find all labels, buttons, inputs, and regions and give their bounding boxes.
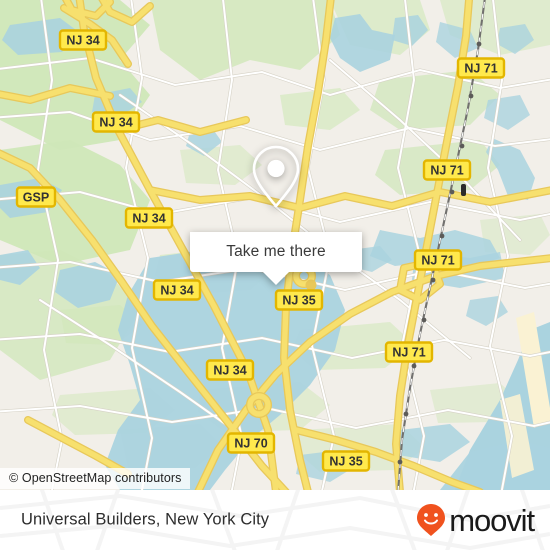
route-shield-label: GSP	[23, 191, 49, 205]
route-shield: NJ 70	[226, 432, 276, 454]
take-me-there-label: Take me there	[226, 243, 326, 260]
route-shield: NJ 34	[124, 207, 174, 229]
poi-card-header	[190, 122, 362, 232]
map-pin-icon	[252, 145, 300, 208]
route-shield-label: NJ 34	[160, 284, 193, 298]
moovit-wordmark: moovit	[449, 502, 535, 538]
place-title: Universal Builders, New York City	[21, 510, 270, 529]
route-shield: NJ 34	[91, 111, 141, 133]
route-shield-label: NJ 71	[421, 254, 454, 268]
route-shield-label: NJ 35	[282, 294, 315, 308]
route-shield: GSP	[15, 186, 57, 208]
moovit-pin-smile-icon	[417, 504, 446, 536]
route-shield: NJ 71	[413, 249, 463, 271]
moovit-map-screenshot: NJ 34 NJ 34 GSP NJ 34 NJ 34 NJ 34 NJ 35 NJ 70 NJ…	[0, 0, 550, 550]
route-shield-label: NJ 70	[234, 437, 267, 451]
card-pointer-tail	[263, 272, 289, 285]
route-shield-label: NJ 35	[329, 455, 362, 469]
route-shield-label: NJ 71	[392, 346, 425, 360]
osm-attribution[interactable]: © OpenStreetMap contributors	[0, 468, 190, 489]
poi-callout-card[interactable]: Take me there	[190, 122, 362, 285]
route-shield: NJ 34	[58, 29, 108, 51]
route-shield-label: NJ 71	[464, 62, 497, 76]
route-shield-label: NJ 71	[430, 164, 463, 178]
route-shield-label: NJ 34	[66, 34, 99, 48]
route-shield: NJ 71	[456, 57, 506, 79]
route-shield: NJ 35	[274, 289, 324, 311]
route-shield-label: NJ 34	[132, 212, 165, 226]
route-shield: NJ 34	[152, 279, 202, 301]
route-shield: NJ 35	[321, 450, 371, 472]
route-shield: NJ 34	[205, 359, 255, 381]
route-shield: NJ 71	[422, 159, 472, 181]
footer-bar: Universal Builders, New York City moovit	[0, 490, 550, 550]
route-shield: NJ 71	[384, 341, 434, 363]
route-shield-label: NJ 34	[213, 364, 246, 378]
route-shield-label: NJ 34	[99, 116, 132, 130]
moovit-brand-logo[interactable]: moovit	[416, 502, 535, 538]
take-me-there-button[interactable]: Take me there	[190, 232, 362, 285]
